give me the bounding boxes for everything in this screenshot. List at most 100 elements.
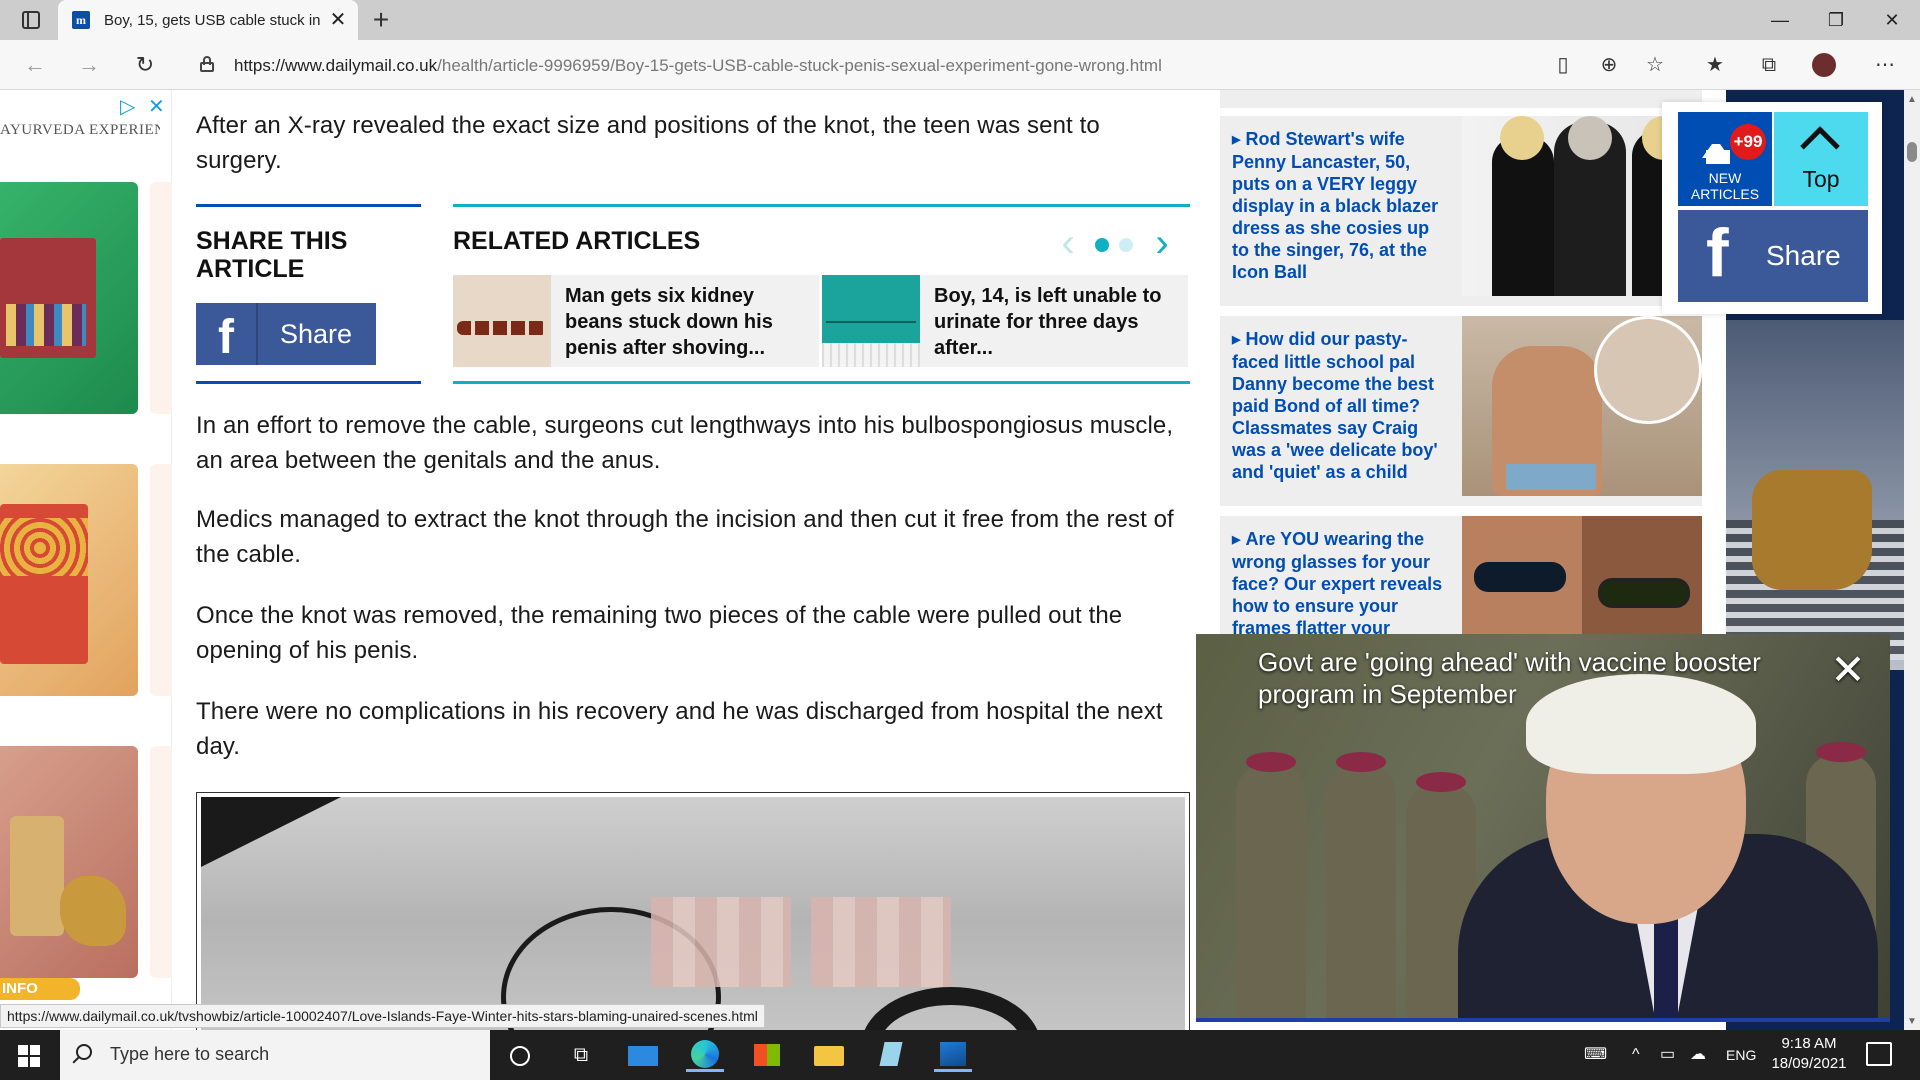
carousel-next-icon[interactable]: › — [1147, 223, 1177, 263]
file-explorer-icon[interactable] — [810, 1038, 848, 1072]
ad-product-image[interactable] — [0, 746, 138, 978]
related-article-item[interactable]: Man gets six kidney beans stuck down his… — [453, 275, 819, 367]
related-article-thumbnail[interactable] — [453, 275, 551, 367]
article-paragraph: Once the knot was removed, the remaining… — [196, 602, 1123, 664]
maximize-button[interactable]: ❐ — [1808, 0, 1864, 40]
refresh-button[interactable]: ↻ — [128, 50, 162, 80]
ad-product-image[interactable] — [0, 182, 138, 414]
web-page: ▷ ✕ AYURVEDA EXPERIENCE INFO After an X-… — [0, 90, 1904, 1030]
article-image[interactable] — [196, 792, 1190, 1030]
network-icon[interactable]: ▭ — [1660, 1044, 1675, 1066]
share-article-box: SHARE THIS ARTICLE f Share — [196, 204, 421, 384]
carousel-dot-active[interactable] — [1095, 238, 1109, 252]
carousel-prev-icon[interactable]: ‹ — [1053, 223, 1083, 263]
reader-view-icon[interactable]: ▯ — [1546, 50, 1580, 80]
tray-chevron-icon[interactable]: ^ — [1632, 1044, 1640, 1066]
floating-share-label: Share — [1766, 240, 1841, 271]
floating-facebook-share-button[interactable]: f Share — [1678, 210, 1868, 302]
scroll-down-icon[interactable]: ▼ — [1906, 1016, 1918, 1027]
more-menu-icon[interactable]: ⋯ — [1868, 50, 1902, 80]
onedrive-icon[interactable]: ☁ — [1690, 1044, 1706, 1066]
clock-time: 9:18 AM — [1781, 1035, 1837, 1052]
article-paragraph: In an effort to remove the cable, surgeo… — [196, 412, 1174, 474]
address-bar[interactable]: https://www.dailymail.co.uk/health/artic… — [182, 46, 1522, 84]
tab-close-icon[interactable]: ✕ — [326, 8, 350, 32]
article-body: After an X-ray revealed the exact size a… — [196, 90, 1190, 1030]
forward-button[interactable]: → — [72, 50, 106, 80]
edge-browser-icon[interactable] — [686, 1038, 724, 1072]
store-icon[interactable] — [748, 1038, 786, 1072]
scroll-up-icon[interactable]: ▲ — [1906, 94, 1918, 105]
floating-actions: +99 NEW ARTICLES Top f Share — [1662, 102, 1882, 314]
windows-taskbar: Type here to search ⧉ ⌨ ^ ▭ ☁ ENG 9:18 A… — [0, 1030, 1920, 1080]
rail-article-title[interactable]: Are YOU wearing the wrong glasses for yo… — [1232, 528, 1448, 639]
notification-icon[interactable] — [1866, 1042, 1892, 1066]
page-scrollbar[interactable]: ▲ ▼ — [1904, 90, 1920, 1030]
carousel-dot[interactable] — [1119, 238, 1133, 252]
ad-product-edge — [150, 182, 172, 414]
scroll-thumb[interactable] — [1907, 142, 1917, 162]
task-view-icon[interactable]: ⧉ — [562, 1038, 600, 1072]
url-text[interactable]: https://www.dailymail.co.uk/health/artic… — [234, 56, 1162, 76]
dailymail-favicon-icon: m — [72, 11, 90, 29]
lock-icon[interactable] — [200, 56, 214, 72]
back-button[interactable]: ← — [18, 50, 52, 80]
home-icon — [1702, 136, 1730, 164]
facebook-share-button[interactable]: f Share — [196, 303, 376, 365]
favorites-icon[interactable]: ★ — [1698, 50, 1732, 80]
rail-article-item[interactable]: How did our pasty-faced little school pa… — [1220, 316, 1702, 506]
top-label: Top — [1802, 166, 1840, 192]
back-to-top-button[interactable]: Top — [1774, 112, 1868, 206]
related-article-item[interactable]: Boy, 14, is left unable to urinate for t… — [822, 275, 1188, 367]
tab-bar: m Boy, 15, gets USB cable stuck in penis… — [0, 0, 1920, 40]
share-article-title: SHARE THIS ARTICLE — [196, 227, 348, 283]
taskbar-search-box[interactable]: Type here to search — [60, 1030, 490, 1080]
rail-article-title[interactable]: Rod Stewart's wife Penny Lancaster, 50, … — [1232, 128, 1448, 283]
photos-app-icon[interactable] — [934, 1038, 972, 1072]
new-articles-button[interactable]: +99 NEW ARTICLES — [1678, 112, 1772, 206]
search-icon — [76, 1044, 92, 1060]
ad-product-edge — [150, 746, 172, 978]
mail-icon[interactable] — [624, 1038, 662, 1072]
tab-active[interactable]: m Boy, 15, gets USB cable stuck in penis… — [58, 0, 358, 40]
language-indicator[interactable]: ENG — [1726, 1044, 1756, 1066]
video-close-icon[interactable]: ✕ — [1826, 648, 1870, 692]
collections-icon[interactable]: ⧉ — [1752, 50, 1786, 80]
tab-actions-button[interactable] — [14, 8, 50, 34]
ad-info-tag[interactable]: INFO — [0, 978, 80, 1000]
window-close-button[interactable]: ✕ — [1864, 0, 1920, 40]
cortana-icon[interactable] — [500, 1038, 538, 1072]
related-articles-title: RELATED ARTICLES — [453, 227, 701, 255]
related-article-title[interactable]: Man gets six kidney beans stuck down his… — [565, 283, 809, 361]
related-article-thumbnail[interactable] — [822, 275, 920, 367]
rail-article-title[interactable]: How did our pasty-faced little school pa… — [1232, 328, 1448, 483]
rail-article-image[interactable] — [1462, 316, 1702, 496]
clock-date: 18/09/2021 — [1771, 1055, 1847, 1072]
article-paragraph: After an X-ray revealed the exact size a… — [196, 112, 1100, 174]
related-article-title[interactable]: Boy, 14, is left unable to urinate for t… — [934, 283, 1178, 361]
chevron-up-icon — [1800, 126, 1840, 166]
navigation-bar: ← → ↻ https://www.dailymail.co.uk/health… — [0, 40, 1920, 90]
notes-app-icon[interactable] — [872, 1038, 910, 1072]
add-favorite-icon[interactable]: ☆ — [1638, 50, 1672, 80]
left-advertisement[interactable]: ▷ ✕ AYURVEDA EXPERIENCE INFO — [0, 90, 172, 1030]
system-clock[interactable]: 9:18 AM 18/09/2021 — [1766, 1034, 1852, 1074]
zoom-icon[interactable]: ⊕ — [1592, 50, 1626, 80]
video-caption: Govt are 'going ahead' with vaccine boos… — [1258, 647, 1761, 709]
rail-header — [1220, 90, 1702, 108]
article-paragraph: Medics managed to extract the knot throu… — [196, 506, 1174, 568]
tab-actions-icon — [22, 11, 40, 29]
video-player-popup[interactable]: Govt are 'going ahead' with vaccine boos… — [1196, 634, 1890, 1022]
keyboard-icon[interactable]: ⌨ — [1584, 1044, 1607, 1066]
facebook-icon: f — [196, 303, 258, 365]
adchoices-icon[interactable]: ▷ — [120, 94, 135, 119]
share-button-label: Share — [280, 319, 353, 349]
new-tab-button[interactable]: + — [366, 6, 396, 36]
windows-start-icon[interactable] — [18, 1045, 40, 1067]
ad-close-icon[interactable]: ✕ — [148, 94, 165, 119]
search-placeholder: Type here to search — [110, 1044, 270, 1064]
profile-avatar[interactable] — [1812, 53, 1836, 77]
ad-product-image[interactable] — [0, 464, 138, 696]
rail-article-item[interactable]: Rod Stewart's wife Penny Lancaster, 50, … — [1220, 116, 1702, 306]
minimize-button[interactable]: — — [1752, 0, 1808, 40]
